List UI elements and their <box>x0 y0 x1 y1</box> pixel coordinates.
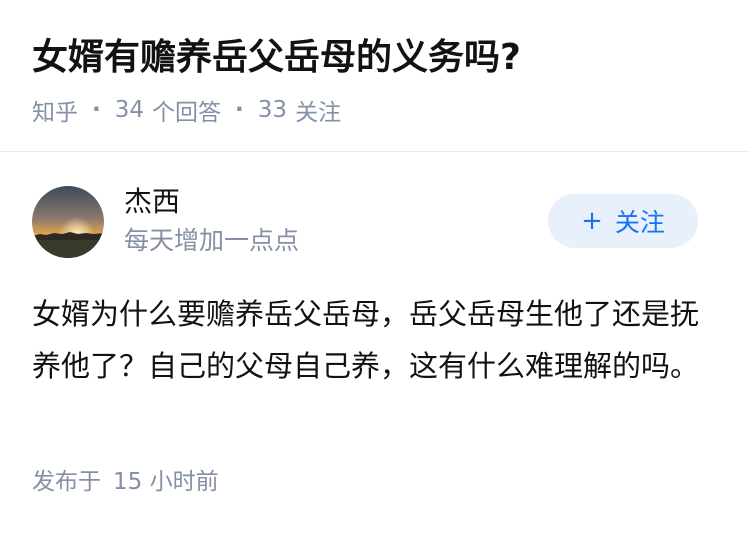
follower-count-label[interactable]: 关注 <box>295 93 341 127</box>
answer-card: 杰西 每天增加一点点 + 关注 女婿为什么要赡养岳父岳母，岳父岳母生他了还是抚养… <box>0 152 750 534</box>
question-header: 女婿有赡养岳父岳母的义务吗? 知乎 · 34 个回答 · 33 关注 <box>0 0 750 152</box>
follow-button[interactable]: + 关注 <box>548 194 698 248</box>
sunset-avatar-icon <box>32 186 104 258</box>
answer-count-label[interactable]: 个回答 <box>152 93 221 127</box>
time-value: 15 小时前 <box>113 469 219 495</box>
answer-content[interactable]: 女婿为什么要赡养岳父岳母，岳父岳母生他了还是抚养他了？自己的父母自己养，这有什么… <box>32 288 712 392</box>
author-name[interactable]: 杰西 <box>124 184 180 220</box>
meta-separator: · <box>235 97 244 123</box>
answer-count: 34 <box>114 97 145 123</box>
follower-count: 33 <box>257 97 288 123</box>
answer-timestamp: 发布于 15 小时前 <box>32 466 219 498</box>
question-title[interactable]: 女婿有赡养岳父岳母的义务吗? <box>32 34 521 82</box>
question-meta: 知乎 · 34 个回答 · 33 关注 <box>32 94 341 126</box>
meta-separator: · <box>92 97 101 123</box>
author-avatar[interactable] <box>32 186 104 258</box>
follow-button-label: 关注 <box>614 208 665 237</box>
plus-icon: + <box>581 206 603 236</box>
time-prefix: 发布于 <box>32 469 101 495</box>
author-bio: 每天增加一点点 <box>124 226 300 255</box>
source-label[interactable]: 知乎 <box>32 93 78 127</box>
